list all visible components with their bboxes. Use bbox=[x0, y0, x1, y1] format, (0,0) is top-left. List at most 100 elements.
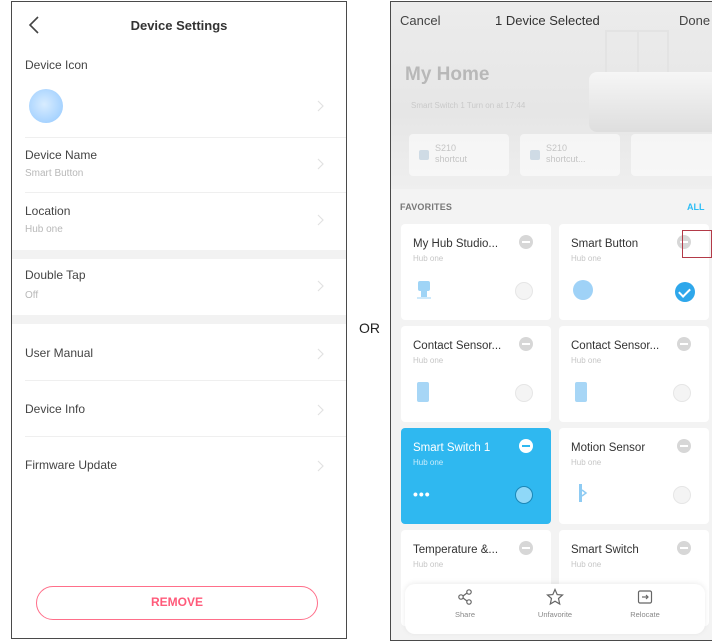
select-circle[interactable] bbox=[673, 384, 691, 402]
divider bbox=[25, 137, 346, 138]
select-circle[interactable] bbox=[515, 486, 533, 504]
contact-sensor-icon bbox=[575, 382, 587, 402]
firmware-update-label: Firmware Update bbox=[25, 458, 118, 472]
device-card-location: Hub one bbox=[571, 458, 602, 467]
sofa-image bbox=[589, 72, 712, 132]
user-manual-row[interactable]: User Manual bbox=[12, 332, 346, 376]
shortcut-card-partial[interactable] bbox=[631, 134, 712, 176]
device-card-name: My Hub Studio... bbox=[413, 238, 499, 250]
motion-sensor-icon bbox=[579, 484, 588, 502]
relocate-label: Relocate bbox=[630, 610, 660, 619]
selection-top-bar: Cancel 1 Device Selected Done bbox=[391, 2, 712, 40]
page-title: Device Settings bbox=[130, 18, 228, 33]
device-info-row[interactable]: Device Info bbox=[12, 388, 346, 432]
device-card-location: Hub one bbox=[413, 254, 444, 263]
done-button[interactable]: Done bbox=[679, 13, 710, 28]
favorites-edit-screen: My Home Smart Switch 1 Turn on at 17:44 … bbox=[390, 1, 712, 641]
firmware-update-row[interactable]: Firmware Update bbox=[12, 444, 346, 488]
device-card-name: Contact Sensor... bbox=[413, 340, 502, 352]
location-row[interactable]: Location Hub one bbox=[12, 198, 346, 246]
unfavorite-button[interactable]: Unfavorite bbox=[515, 588, 595, 619]
remove-favorite-icon[interactable] bbox=[519, 337, 533, 351]
device-card-location: Hub one bbox=[571, 356, 602, 365]
device-name-label: Device Name bbox=[25, 148, 98, 162]
device-card[interactable]: Motion Sensor Hub one bbox=[559, 428, 709, 524]
remove-favorite-icon[interactable] bbox=[519, 541, 533, 555]
checkmark-icon[interactable] bbox=[675, 282, 695, 302]
shortcut-card[interactable]: S210 shortcut bbox=[409, 134, 509, 176]
remove-favorite-icon[interactable] bbox=[519, 235, 533, 249]
or-separator: OR bbox=[359, 320, 380, 336]
remove-button[interactable]: REMOVE bbox=[36, 586, 318, 620]
device-card[interactable]: Contact Sensor... Hub one bbox=[559, 326, 709, 422]
shortcut-icon bbox=[530, 150, 540, 160]
all-link[interactable]: ALL bbox=[687, 202, 705, 212]
device-card-location: Hub one bbox=[413, 560, 444, 569]
shortcut-text: S210 shortcut... bbox=[546, 143, 586, 165]
device-card-location: Hub one bbox=[413, 356, 444, 365]
contact-sensor-icon bbox=[417, 382, 429, 402]
divider bbox=[25, 380, 346, 381]
device-card-location: Hub one bbox=[571, 254, 602, 263]
device-name-value: Smart Button bbox=[25, 168, 84, 179]
chevron-right-icon bbox=[317, 404, 324, 416]
remove-favorite-icon[interactable] bbox=[519, 439, 533, 453]
unfavorite-label: Unfavorite bbox=[537, 610, 573, 619]
relocate-icon bbox=[637, 590, 653, 604]
device-card-name: Smart Button bbox=[571, 238, 639, 250]
chevron-right-icon bbox=[317, 158, 324, 170]
home-title: My Home bbox=[405, 64, 490, 85]
chevron-right-icon bbox=[317, 280, 324, 292]
share-button[interactable]: Share bbox=[425, 588, 505, 619]
shortcut-line1: S210 bbox=[435, 143, 457, 153]
shortcut-line2: shortcut... bbox=[546, 154, 586, 164]
shortcut-line2: shortcut bbox=[435, 154, 468, 164]
hub-icon bbox=[417, 281, 431, 299]
select-circle[interactable] bbox=[673, 486, 691, 504]
chevron-right-icon bbox=[317, 214, 324, 226]
location-label: Location bbox=[25, 204, 71, 218]
device-avatar-icon bbox=[29, 89, 63, 123]
device-icon-row[interactable]: Device Icon bbox=[12, 54, 346, 134]
remove-favorite-icon[interactable] bbox=[677, 439, 691, 453]
divider bbox=[25, 436, 346, 437]
shortcut-icon bbox=[419, 150, 429, 160]
device-settings-screen: Device Settings Device Icon Device Name … bbox=[11, 1, 347, 639]
device-card-location: Hub one bbox=[413, 458, 444, 467]
smart-button-icon bbox=[573, 280, 593, 300]
shortcut-card[interactable]: S210 shortcut... bbox=[520, 134, 620, 176]
select-circle[interactable] bbox=[515, 384, 533, 402]
location-value: Hub one bbox=[25, 224, 63, 235]
remove-favorite-icon[interactable] bbox=[677, 541, 691, 555]
section-divider bbox=[12, 250, 346, 259]
device-card[interactable]: My Hub Studio... Hub one bbox=[401, 224, 551, 320]
device-card-name: Smart Switch 1 bbox=[413, 442, 491, 454]
device-info-label: Device Info bbox=[25, 402, 86, 416]
device-card[interactable]: Contact Sensor... Hub one bbox=[401, 326, 551, 422]
double-tap-label: Double Tap bbox=[25, 268, 86, 282]
home-activity-text: Smart Switch 1 Turn on at 17:44 bbox=[411, 101, 526, 110]
more-dots-icon[interactable]: ••• bbox=[413, 486, 431, 502]
bottom-action-bar: Share Unfavorite Relocate bbox=[405, 584, 705, 634]
favorites-heading: FAVORITES bbox=[400, 202, 453, 212]
device-card-name: Temperature &... bbox=[413, 544, 499, 556]
star-outline-icon bbox=[546, 588, 564, 606]
chevron-right-icon bbox=[317, 100, 324, 112]
device-card-active[interactable]: Smart Switch 1 Hub one ••• bbox=[401, 428, 551, 524]
shortcut-text: S210 shortcut bbox=[435, 143, 467, 165]
user-manual-label: User Manual bbox=[25, 346, 94, 360]
device-name-row[interactable]: Device Name Smart Button bbox=[12, 142, 346, 188]
double-tap-row[interactable]: Double Tap Off bbox=[12, 262, 346, 312]
device-icon-label: Device Icon bbox=[25, 58, 88, 72]
device-card-location: Hub one bbox=[571, 560, 602, 569]
highlight-box bbox=[682, 230, 712, 258]
device-card-name: Contact Sensor... bbox=[571, 340, 660, 352]
chevron-right-icon bbox=[317, 348, 324, 360]
select-circle[interactable] bbox=[515, 282, 533, 300]
relocate-button[interactable]: Relocate bbox=[605, 588, 685, 619]
device-card-name: Smart Switch bbox=[571, 544, 639, 556]
remove-favorite-icon[interactable] bbox=[677, 337, 691, 351]
cancel-button[interactable]: Cancel bbox=[400, 13, 440, 28]
share-label: Share bbox=[454, 610, 475, 619]
chevron-right-icon bbox=[317, 460, 324, 472]
